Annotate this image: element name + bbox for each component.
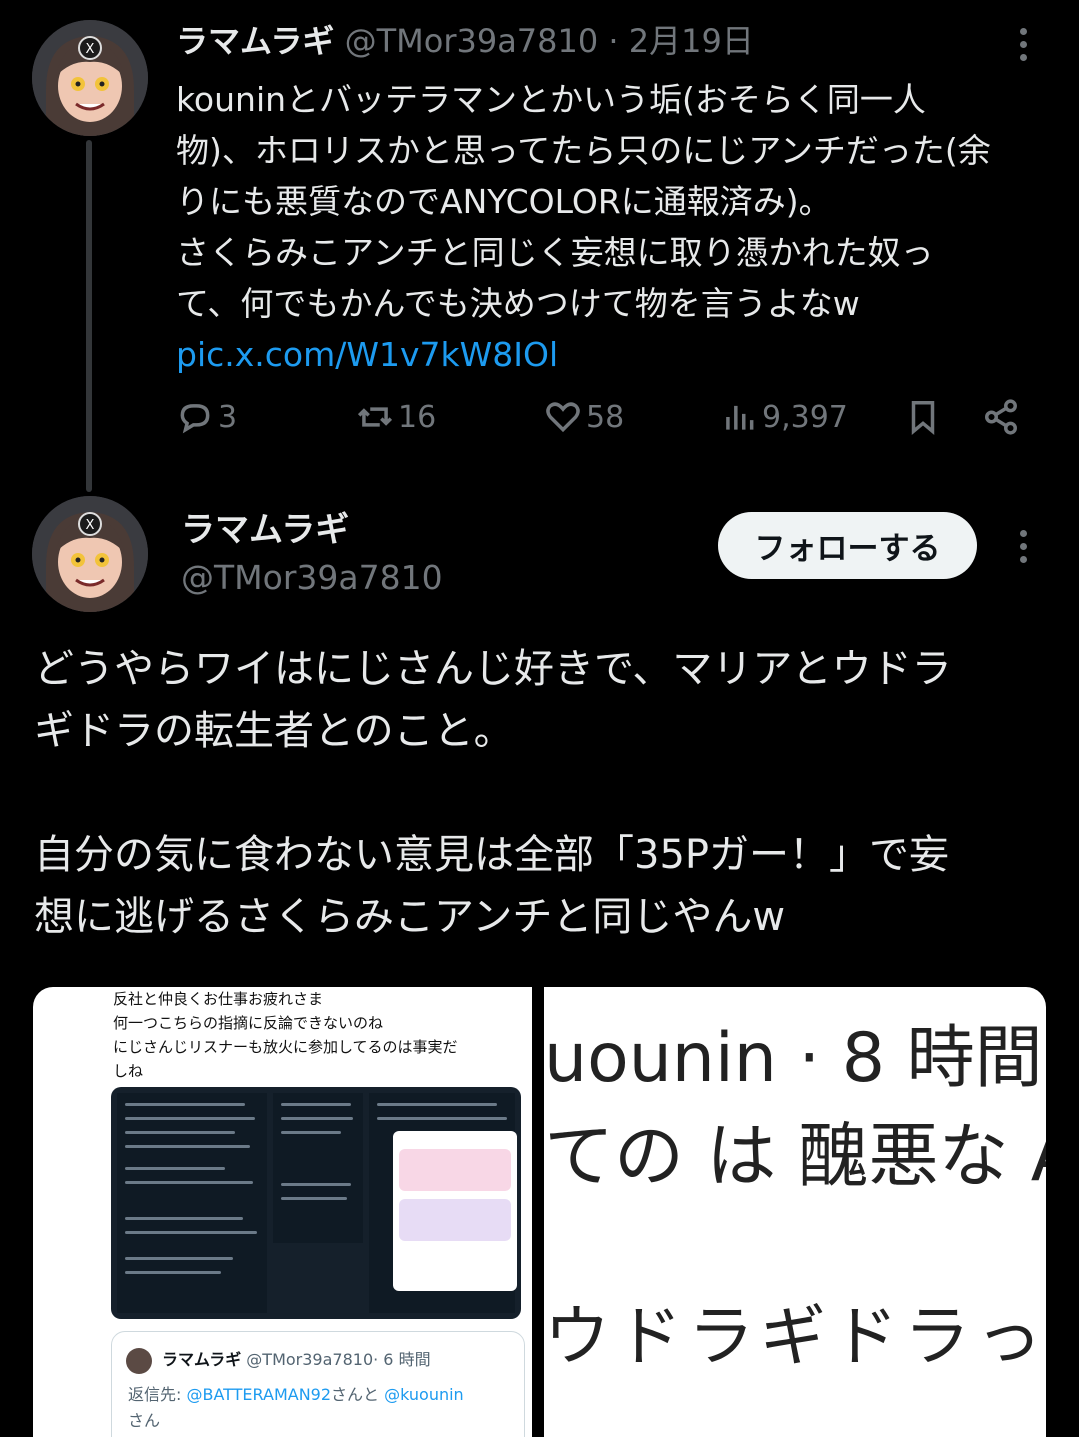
quote-header: ラマムラギ @TMor39a7810· 6 時間 <box>162 1348 431 1372</box>
tweet-text-line: りにも悪質なのでANYCOLORに通報済み)。 <box>176 182 832 221</box>
like-button[interactable]: 58 <box>544 388 624 446</box>
tweet-text-line: 自分の気に食わない意見は全部「35Pガー！」で妄 <box>34 832 950 878</box>
media-link[interactable]: pic.x.com/W1v7kW8IOl <box>176 335 558 374</box>
zoomed-text-line: uounin · 8 時間 <box>544 1019 1043 1098</box>
bookmark-button[interactable] <box>904 388 942 446</box>
like-count: 58 <box>586 399 625 435</box>
tweet-text-line: kouninとバッテラマンとかいう垢(おそらく同一人 <box>176 80 926 119</box>
avatar[interactable]: X <box>32 496 148 612</box>
quote-time: · 6 時間 <box>373 1350 431 1369</box>
tweet-text: kouninとバッテラマンとかいう垢(おそらく同一人 物)、ホロリスかと思ってた… <box>176 74 1056 380</box>
tweet-text-line: 物)、ホロリスかと思ってたら只のにじアンチだった(余 <box>176 131 991 170</box>
thread-line <box>86 140 92 492</box>
like-icon <box>546 402 580 433</box>
mention-link: @kuounin <box>384 1385 464 1404</box>
tweet-date[interactable]: 2月19日 <box>629 22 754 60</box>
views-count: 9,397 <box>762 399 848 435</box>
views-button[interactable]: 9,397 <box>720 388 848 446</box>
action-bar: 3 16 58 9,397 <box>176 388 1036 446</box>
reply-icon <box>180 404 210 434</box>
more-icon[interactable] <box>1015 530 1031 563</box>
more-icon[interactable] <box>1015 28 1031 61</box>
avatar <box>126 1348 152 1374</box>
zoomed-text-line: ウドラギドラっぽ <box>544 1298 1046 1375</box>
screenshot-text-line: 反社と仲良くお仕事お疲れさま <box>113 990 324 1008</box>
reply-count: 3 <box>218 399 238 435</box>
reply-prefix: 返信先: <box>128 1385 187 1404</box>
quote-author-name: ラマムラギ <box>162 1350 242 1369</box>
follow-button[interactable]: フォローする <box>718 512 977 579</box>
bookmark-icon <box>911 401 935 435</box>
quote-author-handle: @TMor39a7810 <box>246 1350 374 1369</box>
screenshot-text-line: しね <box>113 1062 144 1080</box>
tweet-text-line: て、何でもかんでも決めつけて物を言うよなw <box>176 284 860 323</box>
zoomed-text-line: ての は 醜悪な AI 絵 <box>544 1115 1046 1197</box>
repost-button[interactable]: 16 <box>356 388 436 446</box>
tweet-header: ラマムラギ @TMor39a7810 · 2月19日 <box>176 20 754 62</box>
avatar[interactable]: X <box>32 20 148 136</box>
quoted-tweet[interactable]: ラマムラギ @TMor39a7810· 6 時間 返信先: @BATTERAMA… <box>111 1331 525 1437</box>
share-button[interactable] <box>982 388 1020 446</box>
tweet-text-line: 想に逃げるさくらみこアンチと同じやんw <box>34 894 786 940</box>
screenshot-text: 反社と仲良くお仕事お疲れさま 何一つこちらの指摘に反論できないのね にじさんじリ… <box>113 987 523 1083</box>
reply-mid: さんと <box>331 1385 385 1404</box>
tweet-text-line: ギドラの転生者とのこと。 <box>34 708 514 754</box>
svg-text:X: X <box>86 518 95 533</box>
views-icon <box>726 405 754 430</box>
author-handle[interactable]: @TMor39a7810 <box>345 22 599 60</box>
repost-count: 16 <box>398 399 437 435</box>
reply-suffix: さん <box>128 1411 161 1430</box>
screenshot-text-line: 何一つこちらの指摘に反論できないのね <box>113 1014 384 1032</box>
svg-text:X: X <box>86 42 95 57</box>
author-handle[interactable]: @TMor39a7810 <box>181 556 443 600</box>
repost-icon <box>357 407 393 427</box>
tweet-text: どうやらワイはにじさんじ好きで、マリアとウドラ ギドラの転生者とのこと。 自分の… <box>34 638 1054 948</box>
media-image-right[interactable]: uounin · 8 時間 ての は 醜悪な AI 絵 ウドラギドラっぽ <box>544 987 1046 1437</box>
tweet-text-line: どうやらワイはにじさんじ好きで、マリアとウドラ <box>34 646 952 692</box>
media-image-left[interactable]: 反社と仲良くお仕事お疲れさま 何一つこちらの指摘に反論できないのね にじさんじリ… <box>33 987 532 1437</box>
screenshot-text-line: にじさんじリスナーも放火に参加してるのは事実だ <box>113 1038 458 1056</box>
quote-reply-to: 返信先: @BATTERAMAN92さんと @kuounin さん <box>128 1382 518 1434</box>
author-name[interactable]: ラマムラギ <box>176 22 334 60</box>
reply-button[interactable]: 3 <box>176 388 237 446</box>
embedded-screenshot <box>111 1087 521 1319</box>
tweet-text-line: さくらみこアンチと同じく妄想に取り憑かれた奴っ <box>176 233 934 272</box>
author-name[interactable]: ラマムラギ <box>181 508 349 552</box>
header-separator: · <box>608 22 619 60</box>
share-icon <box>985 399 1017 435</box>
mention-link: @BATTERAMAN92 <box>186 1385 332 1404</box>
